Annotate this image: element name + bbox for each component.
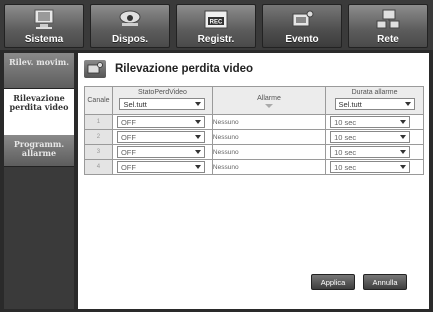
sidebar-item-label: Rilev. movim. [9,57,69,67]
chevron-down-icon [400,150,407,154]
page-title: Rilevazione perdita video [115,63,254,75]
channel-number: 4 [84,159,113,175]
sidebar-item-video-loss[interactable]: Rilevazione perdita video [4,89,74,135]
select-value: 10 sec [334,147,357,157]
event-icon [84,60,106,78]
header-channel: Canale [84,86,113,115]
select-value: OFF [120,132,136,142]
select-value: OFF [120,117,136,127]
select-value: 10 sec [334,117,357,127]
rec-icon: REC [204,10,228,29]
duration-select[interactable]: 10 sec [330,161,411,173]
system-icon [34,9,54,29]
alarm-value[interactable]: Nessuno [211,114,327,130]
duration-cell: 10 sec [325,129,424,145]
chevron-down-icon [194,135,201,139]
duration-cell: 10 sec [325,144,424,160]
header-alarm-label: Allarme [257,95,281,102]
duration-cell: 10 sec [325,114,424,130]
channel-number: 2 [84,129,113,145]
sidebar: Rilev. movim. Rilevazione perdita video … [4,53,74,309]
status-cell: OFF [111,144,213,160]
chevron-down-icon [195,102,202,106]
tab-label: Rete [377,34,399,45]
sidebar-item-label: Rilevazione perdita video [9,93,69,112]
top-menu-bar: Sistema Dispos. REC Registr. Evento Rete [0,0,433,50]
duration-select-all[interactable]: Sel.tutt [334,98,415,110]
cancel-button[interactable]: Annulla [363,274,407,290]
panel-header: Rilevazione perdita video [84,58,253,80]
alarm-value[interactable]: Nessuno [211,129,327,145]
sidebar-item-motion-detection[interactable]: Rilev. movim. [4,53,74,89]
table-row: 4 OFF Nessuno 10 sec [84,159,424,175]
chevron-down-icon [400,120,407,124]
header-status: StatoPerdVideo Sel.tutt [111,86,213,115]
main-panel: Rilevazione perdita video Canale StatoPe… [78,53,429,309]
alarm-value[interactable]: Nessuno [211,159,327,175]
select-value: OFF [120,147,136,157]
header-alarm: Allarme [211,86,327,115]
event-icon [292,10,314,27]
chevron-down-icon [265,104,273,108]
select-value: Sel.tutt [123,99,147,109]
status-cell: OFF [111,129,213,145]
tab-label: Sistema [24,34,64,45]
header-status-label: StatoPerdVideo [137,89,187,96]
chevron-down-icon [194,120,201,124]
channel-number: 1 [84,114,113,130]
alarm-value[interactable]: Nessuno [211,144,327,160]
chevron-down-icon [400,135,407,139]
tab-label: Registr. [197,34,235,45]
camera-icon [119,10,141,26]
status-cell: OFF [111,114,213,130]
duration-cell: 10 sec [325,159,424,175]
chevron-down-icon [194,150,201,154]
status-select[interactable]: OFF [116,161,205,173]
select-value: Sel.tutt [338,99,362,109]
select-value: 10 sec [334,132,357,142]
status-select-all[interactable]: Sel.tutt [119,98,206,110]
duration-select[interactable]: 10 sec [330,146,411,158]
header-duration: Durata allarme Sel.tutt [325,86,424,115]
tab-device[interactable]: Dispos. [90,4,170,48]
apply-button[interactable]: Applica [311,274,355,290]
chevron-down-icon [400,165,407,169]
chevron-down-icon [404,102,411,106]
status-cell: OFF [111,159,213,175]
duration-select[interactable]: 10 sec [330,116,411,128]
chevron-down-icon [194,165,201,169]
select-value: 10 sec [334,162,357,172]
duration-select[interactable]: 10 sec [330,131,411,143]
tab-label: Evento [285,34,319,45]
status-select[interactable]: OFF [116,146,205,158]
tab-network[interactable]: Rete [348,4,428,48]
video-loss-table: Canale StatoPerdVideo Sel.tutt Allarme D… [84,86,424,175]
table-row: 1 OFF Nessuno 10 sec [84,114,424,130]
select-value: OFF [120,162,136,172]
tab-label: Dispos. [111,34,149,45]
tab-event[interactable]: Evento [262,4,342,48]
network-icon [376,9,400,29]
table-row: 2 OFF Nessuno 10 sec [84,129,424,145]
sidebar-item-label: Programm. allarme [13,139,65,158]
sidebar-item-alarm-schedule[interactable]: Programm. allarme [4,135,74,167]
table-row: 3 OFF Nessuno 10 sec [84,144,424,160]
header-duration-label: Durata allarme [351,89,398,96]
tab-system[interactable]: Sistema [4,4,84,48]
tab-record[interactable]: REC Registr. [176,4,256,48]
status-select[interactable]: OFF [116,116,205,128]
status-select[interactable]: OFF [116,131,205,143]
rec-text: REC [210,20,223,26]
channel-number: 3 [84,144,113,160]
